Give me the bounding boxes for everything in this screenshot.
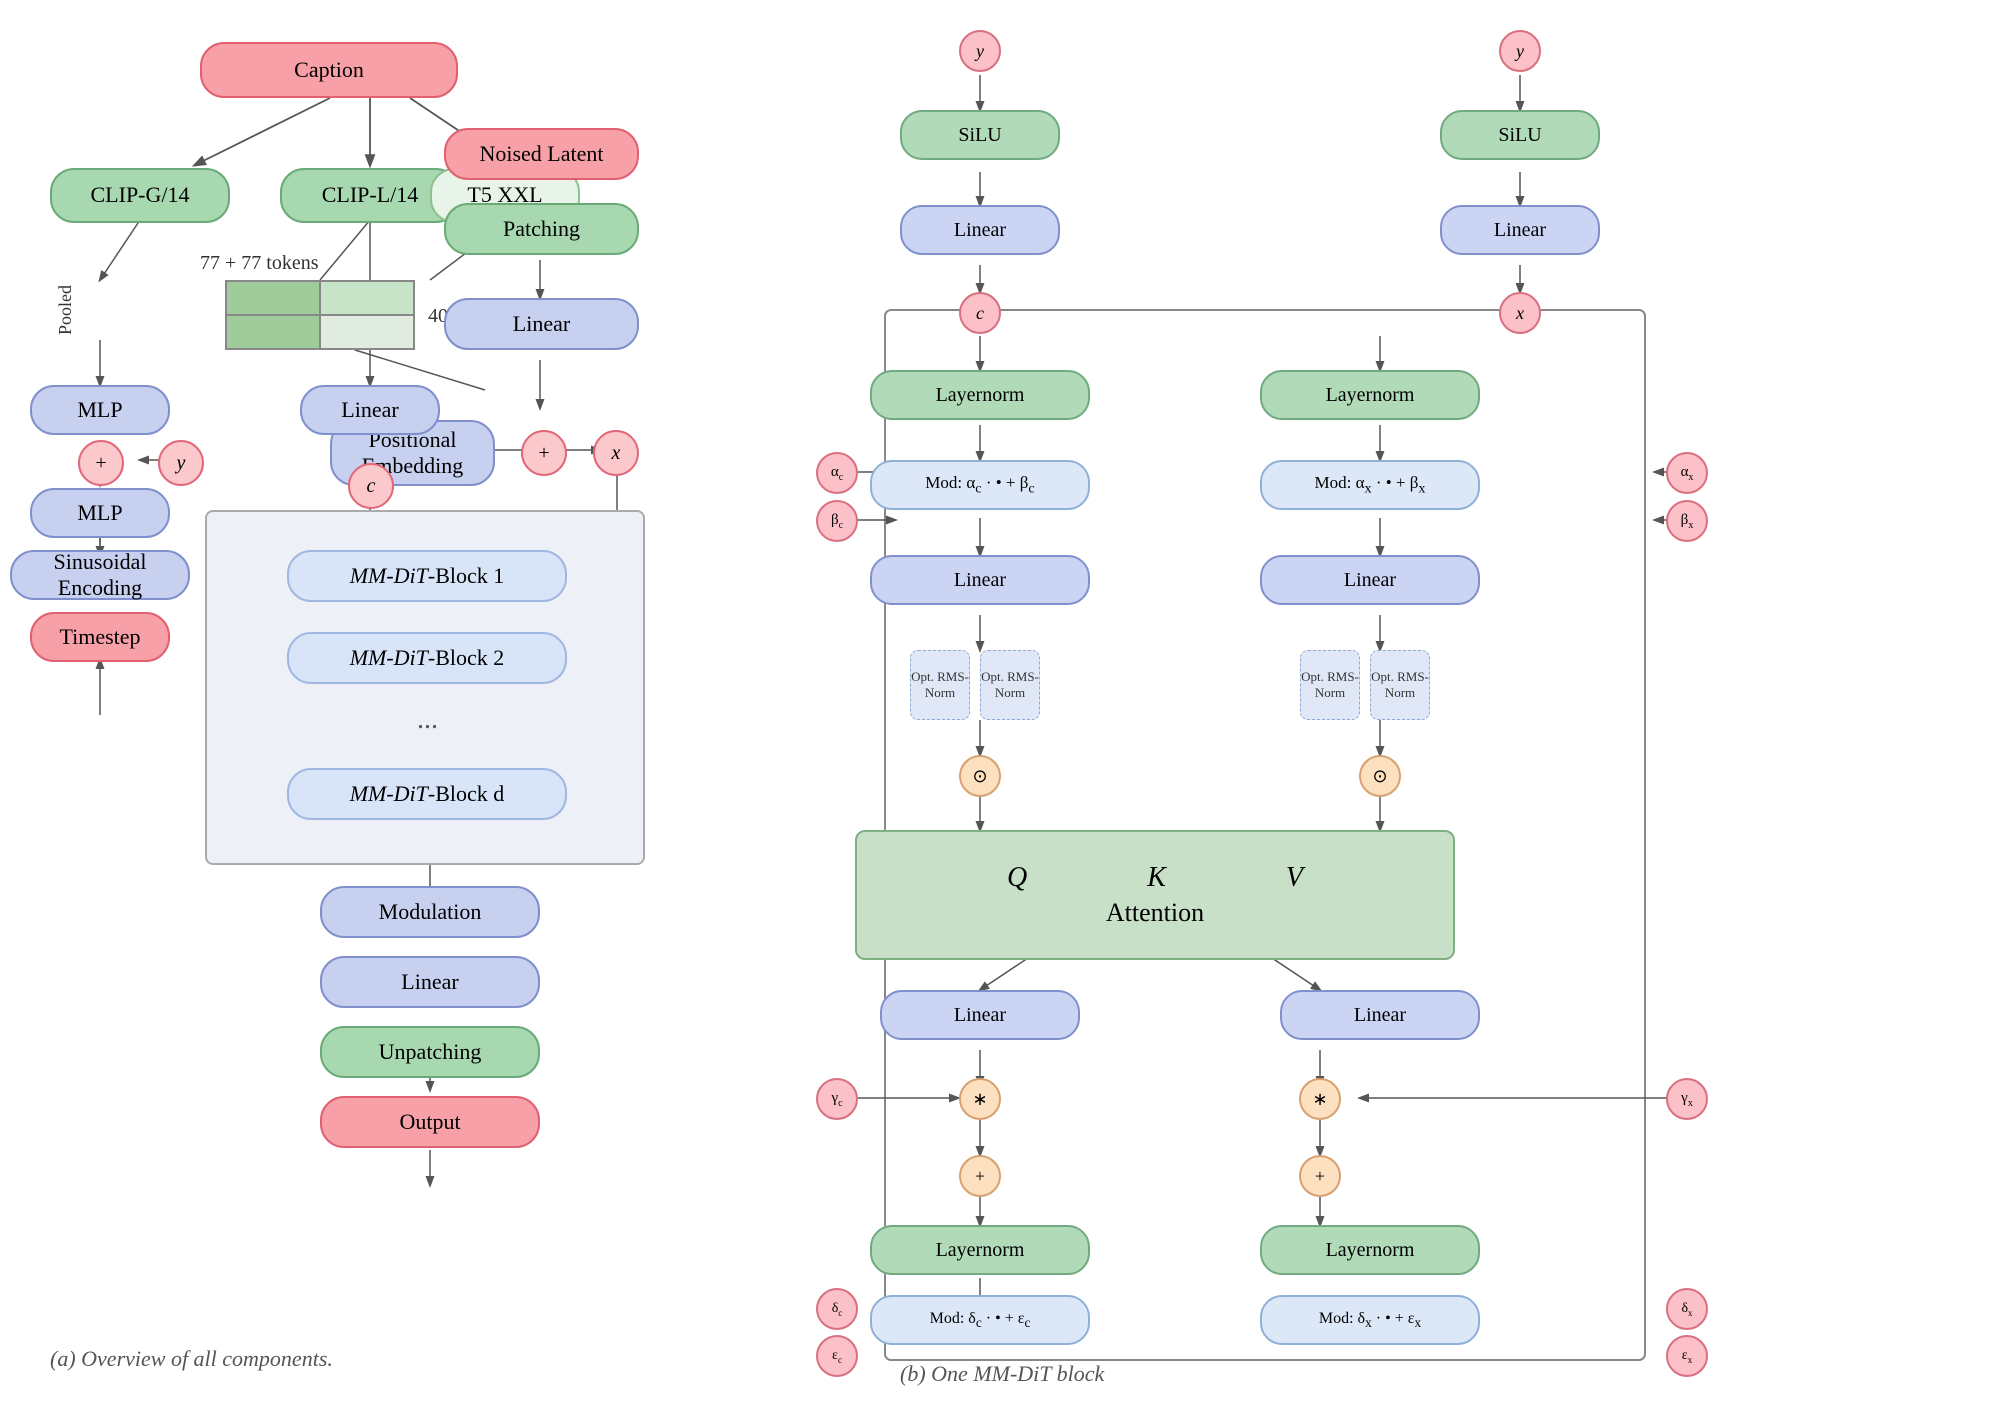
gamma-x: γx [1666, 1078, 1708, 1120]
epsilon-x: εx [1666, 1335, 1708, 1377]
linear-bl: Linear [880, 990, 1080, 1040]
beta-c-node: βc [816, 500, 858, 542]
linear-ml: Linear [870, 555, 1090, 605]
silu-left: SiLU [900, 110, 1060, 160]
y-plus-circle: + [78, 440, 124, 486]
caption-node: Caption [200, 42, 458, 98]
unpatching-node: Unpatching [320, 1026, 540, 1078]
linear-br: Linear [1280, 990, 1480, 1040]
x-node-r: x [1499, 292, 1541, 334]
star-r: ∗ [1299, 1078, 1341, 1120]
gamma-c: γc [816, 1078, 858, 1120]
attention-label: Attention [1106, 898, 1204, 928]
opt-l1: Opt. RMS- Norm [910, 650, 970, 720]
dot-circle-l: ⊙ [959, 755, 1001, 797]
mod-tl: Mod: αc · • + βc [870, 460, 1090, 510]
mod-tr: Mod: αx · • + βx [1260, 460, 1480, 510]
mlp1-node: MLP [30, 385, 170, 435]
delta-x: δx [1666, 1288, 1708, 1330]
clip-g-node: CLIP-G/14 [50, 168, 230, 223]
block2-node: MM-DiT-Block 2 [287, 632, 567, 684]
silu-right: SiLU [1440, 110, 1600, 160]
plus-r1: + [1299, 1155, 1341, 1197]
output-node: Output [320, 1096, 540, 1148]
epsilon-c: εc [816, 1335, 858, 1377]
mm-dit-container: MM-DiT-Block 1 MM-DiT-Block 2 ... MM-DiT… [205, 510, 645, 865]
linear-tl: Linear [900, 205, 1060, 255]
delta-c: δc [816, 1288, 858, 1330]
mod-bl: Mod: δc · • + εc [870, 1295, 1090, 1345]
beta-x-node: βx [1666, 500, 1708, 542]
opt-l2: Opt. RMS- Norm [980, 650, 1040, 720]
block1-node: MM-DiT-Block 1 [287, 550, 567, 602]
linear-tr: Linear [1440, 205, 1600, 255]
caption-b: (b) One MM-DiT block [900, 1361, 1104, 1387]
linear-mid-node: Linear [300, 385, 440, 435]
x-node: x [593, 430, 639, 476]
mod-br: Mod: δx · • + εx [1260, 1295, 1480, 1345]
layernorm-tl: Layernorm [870, 370, 1090, 420]
star-l: ∗ [959, 1078, 1001, 1120]
sinusoidal-node: Sinusoidal Encoding [10, 550, 190, 600]
linear-bot-node: Linear [320, 956, 540, 1008]
alpha-x-node: αx [1666, 452, 1708, 494]
dot-circle-r: ⊙ [1359, 755, 1401, 797]
patching-node: Patching [444, 203, 639, 255]
v-label: V [1286, 862, 1303, 894]
c-node: c [348, 463, 394, 509]
y-node: y [158, 440, 204, 486]
blockd-node: MM-DiT-Block d [287, 768, 567, 820]
tokens-label: 77 + 77 tokens [200, 252, 319, 275]
dots-label: ... [417, 704, 438, 736]
modulation-node: Modulation [320, 886, 540, 938]
layernorm-br: Layernorm [1260, 1225, 1480, 1275]
linear-mr: Linear [1260, 555, 1480, 605]
y-right-node: y [1499, 30, 1541, 72]
linear-top-node: Linear [444, 298, 639, 350]
c-node-r: c [959, 292, 1001, 334]
y-left-node: y [959, 30, 1001, 72]
noised-latent-node: Noised Latent [444, 128, 639, 180]
layernorm-bl: Layernorm [870, 1225, 1090, 1275]
plus-l1: + [959, 1155, 1001, 1197]
pooled-label: Pooled [55, 285, 76, 335]
q-label: Q [1007, 862, 1027, 894]
k-label: K [1147, 862, 1166, 894]
alpha-c-node: αc [816, 452, 858, 494]
caption-a: (a) Overview of all components. [50, 1346, 333, 1372]
opt-r2: Opt. RMS- Norm [1370, 650, 1430, 720]
layernorm-tr: Layernorm [1260, 370, 1480, 420]
mlp2-node: MLP [30, 488, 170, 538]
pos-plus-circle: + [521, 430, 567, 476]
opt-r1: Opt. RMS- Norm [1300, 650, 1360, 720]
timestep-node: Timestep [30, 612, 170, 662]
